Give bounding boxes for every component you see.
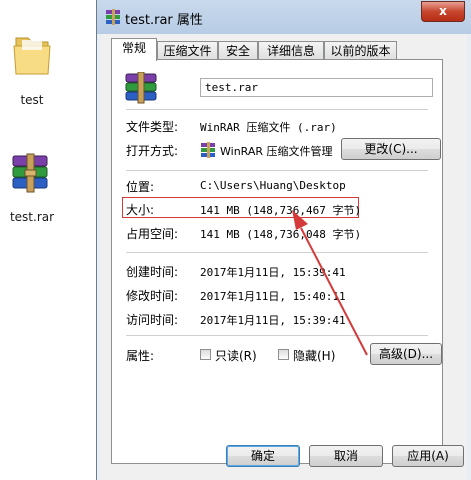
modified-label: 修改时间:: [126, 289, 179, 303]
divider: [126, 109, 428, 110]
winrar-archive-icon: [125, 72, 157, 104]
divider: [126, 335, 428, 336]
dialog-client-area: 常规 压缩文件 安全 详细信息 以前的版本 test.rar 文件类型: Win…: [101, 34, 467, 480]
desktop-icon-label: test: [20, 93, 44, 107]
size-on-disk-value: 141 MB (148,736,048 字节): [200, 228, 362, 241]
hidden-checkbox[interactable]: [278, 349, 289, 360]
winrar-app-icon: [201, 142, 215, 158]
divider: [126, 252, 428, 253]
file-type-value: WinRAR 压缩文件 (.rar): [200, 121, 337, 134]
tab-details[interactable]: 详细信息: [258, 41, 324, 60]
file-name-input[interactable]: test.rar: [200, 78, 433, 97]
accessed-value: 2017年1月11日, 15:39:41: [200, 314, 346, 327]
divider: [126, 170, 428, 171]
apply-button[interactable]: 应用(A): [392, 445, 464, 467]
location-value: C:\Users\Huang\Desktop: [200, 179, 346, 192]
attributes-label: 属性:: [126, 349, 155, 363]
desktop-icon-test-folder[interactable]: test: [0, 30, 64, 110]
open-with-value: WinRAR 压缩文件管理: [220, 145, 333, 158]
readonly-checkbox[interactable]: [200, 349, 211, 360]
close-icon: x: [439, 4, 447, 18]
window-title: test.rar 属性: [125, 13, 203, 28]
tab-previous-versions[interactable]: 以前的版本: [324, 41, 397, 60]
desktop-icon-label: test.rar: [9, 210, 55, 224]
general-panel: test.rar 文件类型: WinRAR 压缩文件 (.rar) 打开方式: …: [111, 59, 443, 464]
accessed-label: 访问时间:: [126, 313, 179, 327]
hidden-label[interactable]: 隐藏(H): [293, 347, 335, 364]
readonly-label[interactable]: 只读(R): [215, 347, 257, 364]
properties-window: test.rar 属性 x 常规 压缩文件 安全 详细信息 以前的版本 test…: [96, 0, 471, 480]
cancel-button[interactable]: 取消: [309, 445, 383, 467]
tab-archive[interactable]: 压缩文件: [157, 41, 218, 60]
advanced-button[interactable]: 高级(D)...: [370, 343, 442, 365]
tab-security[interactable]: 安全: [218, 41, 258, 60]
tab-general[interactable]: 常规: [111, 38, 157, 61]
ok-button[interactable]: 确定: [226, 445, 300, 467]
change-button[interactable]: 更改(C)...: [341, 138, 441, 160]
title-bar[interactable]: test.rar 属性 x: [97, 0, 471, 34]
location-label: 位置:: [126, 180, 155, 194]
size-on-disk-label: 占用空间:: [126, 227, 179, 241]
file-type-label: 文件类型:: [126, 120, 179, 134]
open-with-label: 打开方式:: [126, 144, 179, 158]
created-label: 创建时间:: [126, 265, 179, 279]
size-label: 大小:: [126, 203, 155, 217]
winrar-archive-icon: [106, 9, 120, 25]
modified-value: 2017年1月11日, 15:40:11: [200, 290, 346, 303]
size-value: 141 MB (148,736,467 字节): [200, 204, 362, 217]
created-value: 2017年1月11日, 15:39:41: [200, 266, 346, 279]
folder-icon: [13, 37, 51, 75]
close-button[interactable]: x: [421, 1, 465, 22]
desktop-icon-test-rar[interactable]: test.rar: [0, 148, 64, 228]
winrar-archive-icon: [12, 153, 48, 193]
